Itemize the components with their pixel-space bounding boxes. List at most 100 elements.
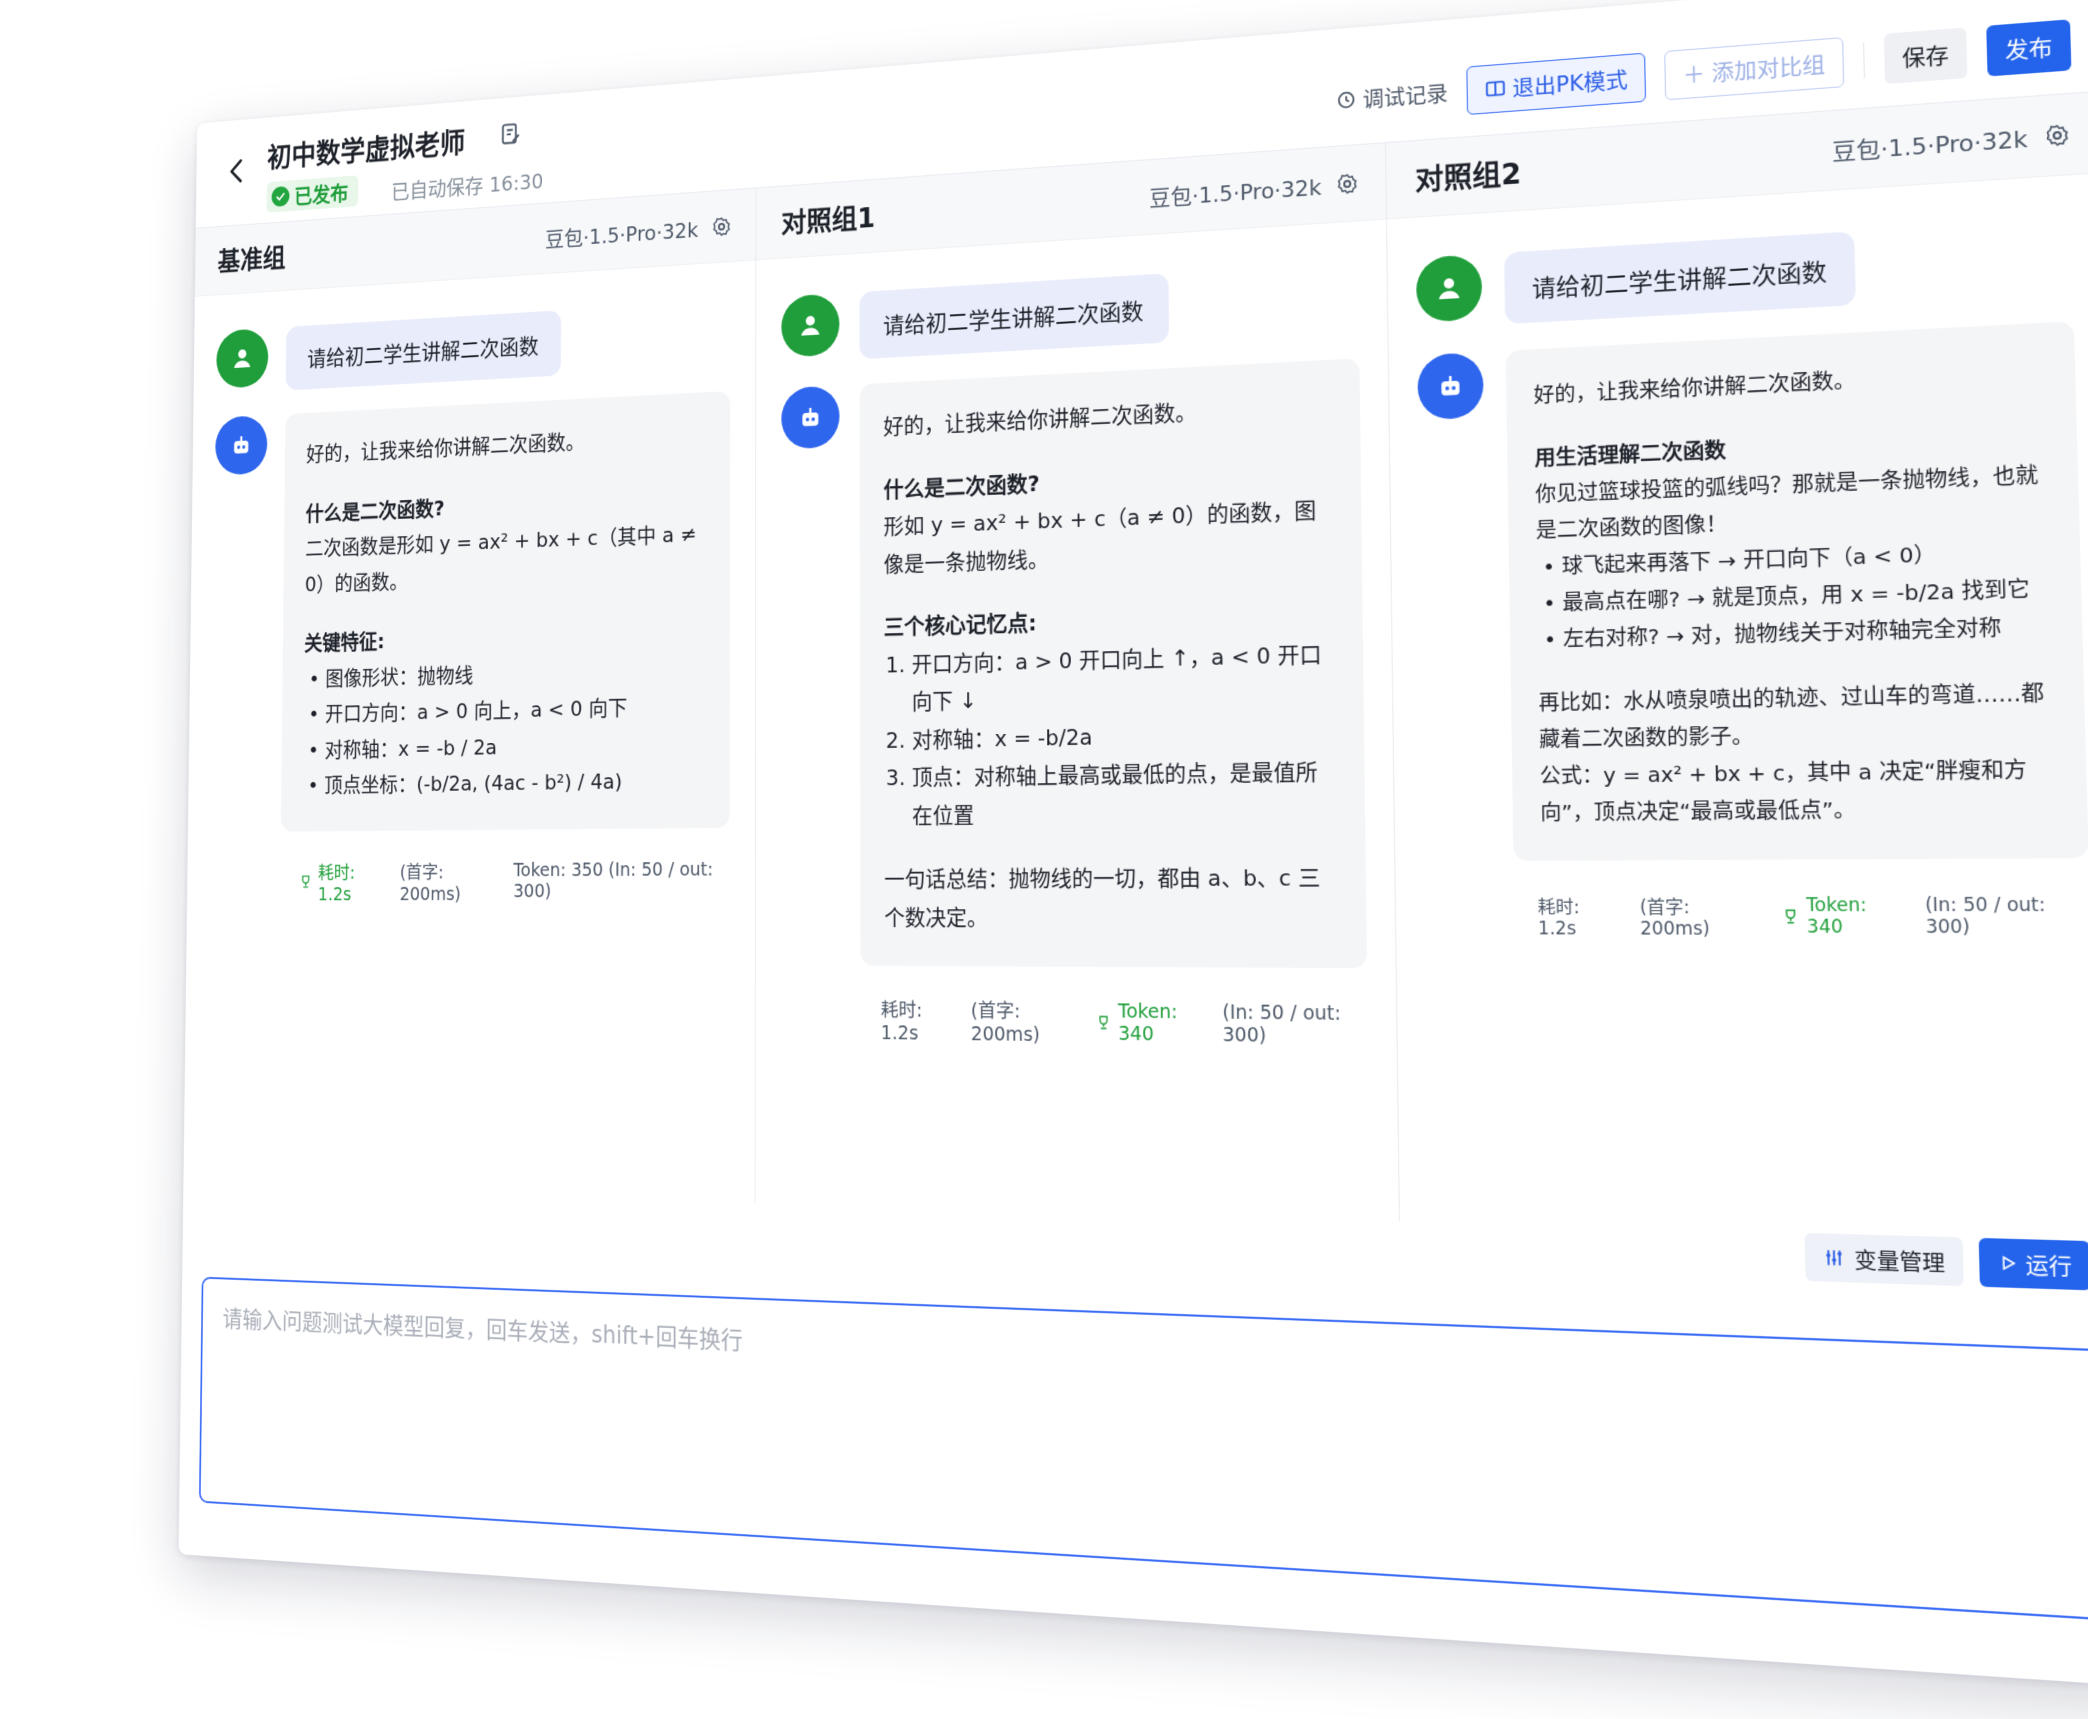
- list-item: 对称轴：x = -b / 2a: [308, 726, 706, 769]
- chat-area: 请给初二学生讲解二次函数 好的，让我来给你讲解二次函数。 用生活理解二次函数 你…: [1387, 173, 2088, 941]
- response-stats: 耗时: 1.2s (首字: 200ms) Token: 340 (In: 50 …: [881, 991, 1369, 1050]
- column-control-2: 对照组2 豆包·1.5·Pro·32k 请给初二学生讲解二次函数 好的，让我来给…: [1386, 91, 2088, 1243]
- response-time: 耗时: 1.2s: [298, 858, 385, 904]
- list-item: 顶点坐标：(-b/2a, (4ac - b²) / 4a): [308, 763, 707, 805]
- answer-bubble: 好的，让我来给你讲解二次函数。 什么是二次函数? 二次函数是形如 y = ax²…: [280, 391, 730, 832]
- robot-avatar-icon: [215, 415, 268, 476]
- life-examples-list: 球飞起来再落下 → 开口向下（a < 0） 最高点在哪? → 就是顶点，用 x …: [1536, 532, 2053, 658]
- question-bubble: 请给初二学生讲解二次函数: [859, 273, 1169, 360]
- user-message: 请给初二学生讲解二次函数: [1416, 218, 2073, 329]
- gear-icon[interactable]: [1335, 171, 1359, 197]
- column-control-1: 对照组1 豆包·1.5·Pro·32k 请给初二学生讲解二次函数 好的，让我来给…: [755, 143, 1401, 1222]
- status-text: 已发布: [294, 182, 349, 209]
- time-value: 耗时: 1.2s: [317, 862, 356, 905]
- user-avatar-icon: [1416, 254, 1483, 323]
- column-title: 基准组: [217, 242, 286, 277]
- gear-icon[interactable]: [2043, 121, 2071, 148]
- toolbar-divider: [1863, 42, 1865, 79]
- time-value: 耗时: 1.2s: [1537, 897, 1580, 940]
- play-icon: [1997, 1253, 2018, 1274]
- history-icon: [1335, 88, 1357, 112]
- app-window: 初中数学虚拟老师 已发布 已自动保存 16:30 调试记录 退出PK模式 ＋ 添…: [178, 0, 2088, 1687]
- bot-message: 好的，让我来给你讲解二次函数。 什么是二次函数? 二次函数是形如 y = ax²…: [211, 391, 730, 832]
- trophy-icon: [298, 872, 313, 891]
- user-avatar-icon: [216, 328, 269, 389]
- user-message: 请给初二学生讲解二次函数: [216, 300, 730, 394]
- add-group-label: 添加对比组: [1711, 52, 1826, 86]
- first-token-time: (首字: 200ms): [970, 1000, 1040, 1047]
- input-area: 变量管理 运行: [178, 1186, 2088, 1687]
- first-token-time: (首字: 200ms): [1639, 897, 1711, 941]
- check-circle-icon: [271, 185, 290, 208]
- question-bubble: 请给初二学生讲解二次函数: [1504, 231, 1857, 325]
- model-selector[interactable]: 豆包·1.5·Pro·32k: [545, 210, 732, 253]
- token-usage: Token: 340: [1096, 1000, 1205, 1046]
- run-bar: 变量管理 运行: [1804, 1232, 2088, 1291]
- debug-log-label: 调试记录: [1362, 81, 1449, 112]
- run-button[interactable]: 运行: [1978, 1237, 2088, 1291]
- add-group-button[interactable]: ＋ 添加对比组: [1664, 37, 1845, 101]
- token-io: (In: 50 / out: 300): [1222, 1000, 1342, 1047]
- answer-summary: 一句话总结：抛物线的一切，都由 a、b、c 三个数决定。: [884, 865, 1321, 931]
- answer-paragraph: 再比如：水从喷泉喷出的轨迹、过山车的弯道……都藏着二次函数的影子。: [1538, 680, 2045, 752]
- edit-icon[interactable]: [499, 120, 523, 148]
- answer-paragraph: 公式：y = ax² + bx + c，其中 a 决定“胖瘦和方向”，顶点决定“…: [1539, 756, 2028, 826]
- variables-label: 变量管理: [1853, 1246, 1946, 1277]
- question-bubble: 请给初二学生讲解二次函数: [285, 310, 562, 391]
- model-selector[interactable]: 豆包·1.5·Pro·32k: [1831, 117, 2071, 167]
- plus-icon: ＋: [1682, 61, 1706, 88]
- token-value: Token: 340: [1118, 999, 1178, 1045]
- time-value: 耗时: 1.2s: [880, 999, 923, 1045]
- answer-bubble: 好的，让我来给你讲解二次函数。 用生活理解二次函数 你见过篮球投篮的弧线吗？那就…: [1505, 321, 2088, 861]
- robot-avatar-icon: [781, 385, 840, 450]
- model-name: 豆包·1.5·Pro·32k: [1149, 175, 1322, 212]
- sliders-icon: [1823, 1247, 1846, 1270]
- split-icon: [1483, 77, 1506, 101]
- model-name: 豆包·1.5·Pro·32k: [545, 218, 699, 253]
- autosave-text: 已自动保存 16:30: [391, 170, 544, 205]
- response-stats: 耗时: 1.2s (首字: 200ms) Token: 340 (In: 50 …: [1537, 887, 2088, 941]
- chat-area: 请给初二学生讲解二次函数 好的，让我来给你讲解二次函数。 什么是二次函数? 二次…: [187, 260, 755, 904]
- variables-button[interactable]: 变量管理: [1804, 1232, 1964, 1287]
- model-selector[interactable]: 豆包·1.5·Pro·32k: [1149, 167, 1360, 213]
- token-usage: Token: 350 (In: 50 / out: 300): [513, 858, 714, 902]
- column-title: 对照组1: [781, 201, 876, 240]
- bot-message: 好的，让我来给你讲解二次函数。 用生活理解二次函数 你见过篮球投篮的弧线吗？那就…: [1417, 321, 2088, 861]
- user-avatar-icon: [781, 293, 840, 358]
- publish-button[interactable]: 发布: [1986, 19, 2072, 77]
- list-item: 顶点：对称轴上最高或最低的点，是最值所在位置: [912, 754, 1339, 836]
- save-button[interactable]: 保存: [1883, 27, 1968, 85]
- stage: 初中数学虚拟老师 已发布 已自动保存 16:30 调试记录 退出PK模式 ＋ 添…: [0, 0, 2088, 1719]
- model-name: 豆包·1.5·Pro·32k: [1831, 126, 2029, 167]
- column-title: 对照组2: [1414, 156, 1522, 197]
- prompt-input[interactable]: [220, 1300, 2084, 1592]
- robot-avatar-icon: [1417, 351, 1485, 421]
- bot-message: 好的，让我来给你讲解二次函数。 什么是二次函数? 形如 y = ax² + bx…: [781, 358, 1368, 969]
- trophy-icon: [1781, 906, 1800, 925]
- column-baseline: 基准组 豆包·1.5·Pro·32k 请给初二学生讲解二次函数 好的，让我来给你…: [183, 188, 757, 1203]
- feature-list: 图像形状：抛物线 开口方向：a > 0 向上，a < 0 向下 对称轴：x = …: [303, 652, 707, 805]
- trophy-icon: [1096, 1012, 1113, 1032]
- token-usage: Token: 340: [1780, 894, 1905, 938]
- first-token-time: (首字: 200ms): [399, 861, 461, 905]
- token-io: (In: 50 / out: 300): [1924, 894, 2046, 938]
- user-message: 请给初二学生讲解二次函数: [781, 262, 1359, 364]
- memory-points-list: 开口方向：a > 0 开口向上 ↑，a < 0 开口向下 ↓ 对称轴：x = -…: [884, 636, 1340, 837]
- page-title: 初中数学虚拟老师: [267, 126, 466, 175]
- list-item: 开口方向：a > 0 开口向上 ↑，a < 0 开口向下 ↓: [912, 636, 1338, 723]
- back-icon[interactable]: [223, 155, 251, 188]
- exit-pk-button[interactable]: 退出PK模式: [1465, 52, 1647, 116]
- gear-icon[interactable]: [711, 214, 732, 238]
- run-label: 运行: [2025, 1252, 2073, 1281]
- list-item: 对称轴：x = -b/2a: [912, 714, 1339, 760]
- chat-area: 请给初二学生讲解二次函数 好的，让我来给你讲解二次函数。 什么是二次函数? 形如…: [755, 220, 1397, 1051]
- exit-pk-label: 退出PK模式: [1512, 67, 1628, 101]
- answer-paragraph: 二次函数是形如 y = ax² + bx + c（其中 a ≠ 0）的函数。: [304, 522, 697, 597]
- status-badge: 已发布: [266, 175, 359, 213]
- comparison-columns: 基准组 豆包·1.5·Pro·32k 请给初二学生讲解二次函数 好的，让我来给你…: [183, 91, 2088, 1243]
- debug-log-button[interactable]: 调试记录: [1335, 77, 1448, 116]
- prompt-input-box: [198, 1276, 2088, 1621]
- token-value: Token: 340: [1806, 894, 1867, 938]
- answer-bubble: 好的，让我来给你讲解二次函数。 什么是二次函数? 形如 y = ax² + bx…: [859, 358, 1368, 969]
- response-stats: 耗时: 1.2s (首字: 200ms) Token: 350 (In: 50 …: [298, 853, 729, 905]
